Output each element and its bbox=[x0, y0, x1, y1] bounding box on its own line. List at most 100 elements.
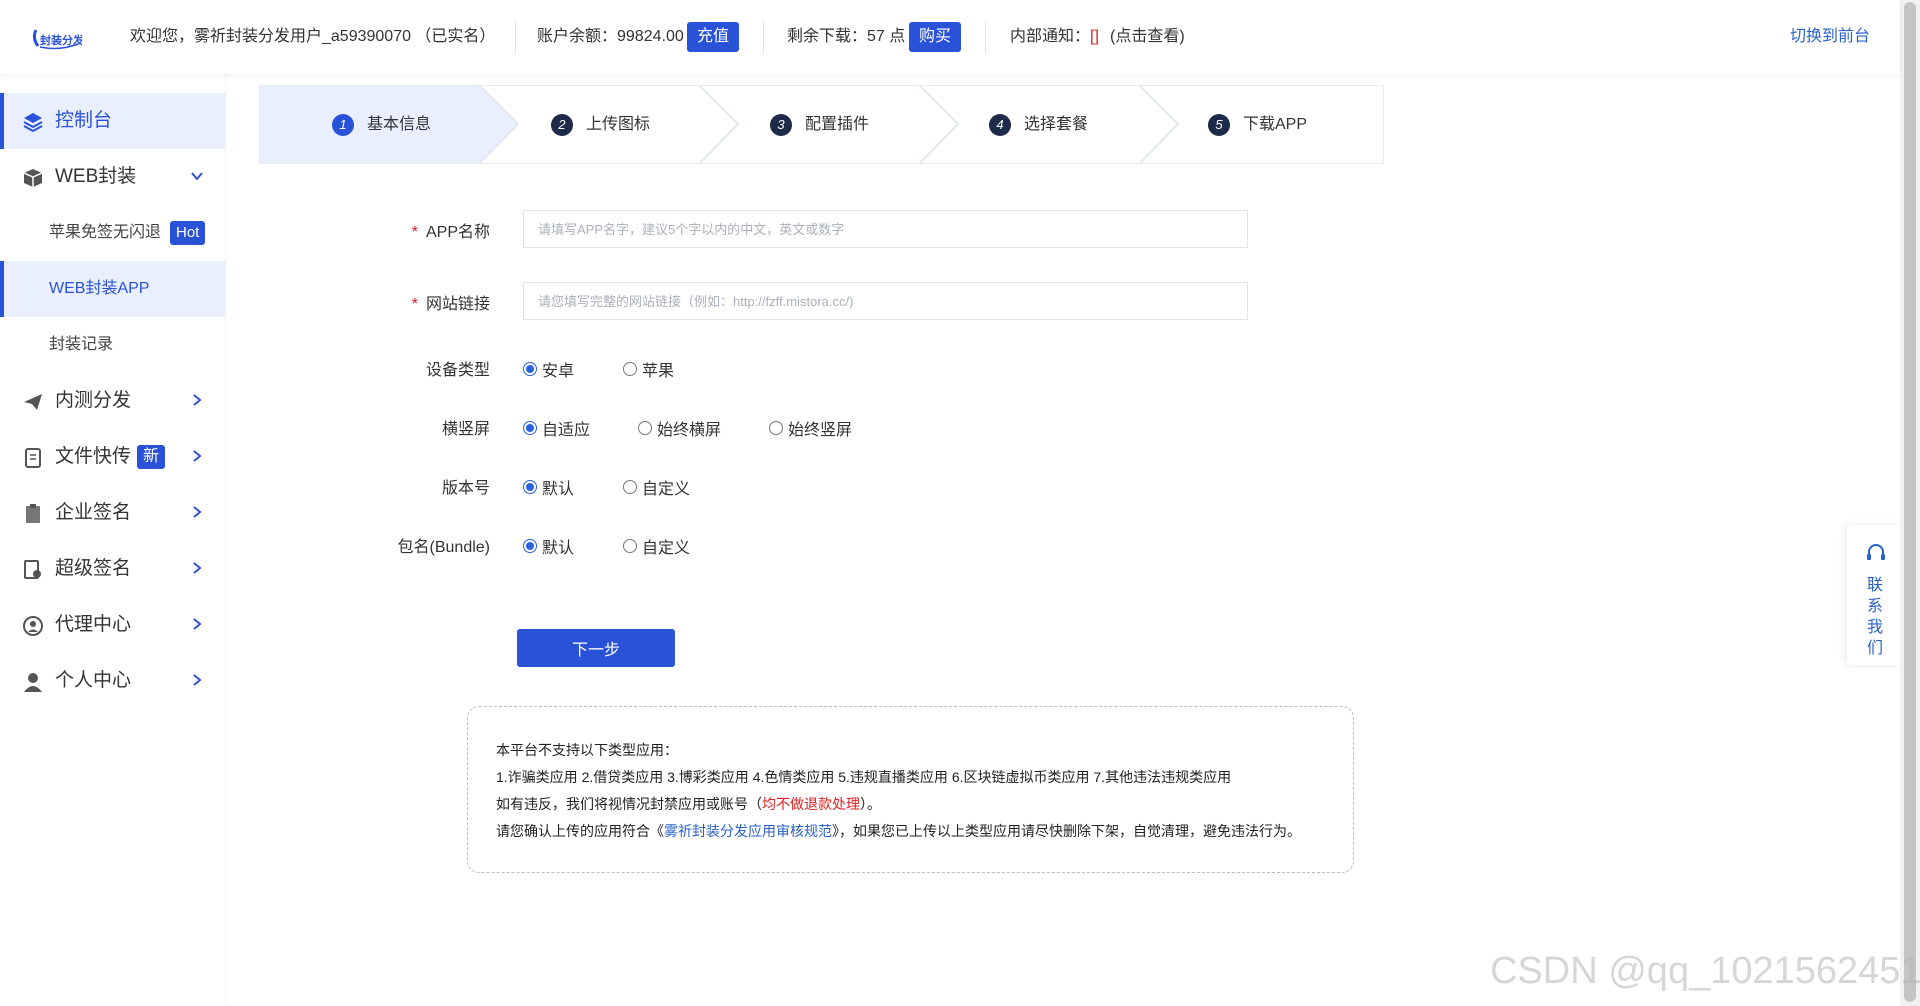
device-ios-radio[interactable]: 苹果 bbox=[623, 357, 674, 381]
sidebar-subitem-web-app[interactable]: WEB封装APP bbox=[0, 261, 226, 317]
sidebar-item-personal-center[interactable]: 个人中心 bbox=[0, 653, 226, 709]
contact-us-widget[interactable]: 联系我们 bbox=[1847, 525, 1903, 665]
notice-line: 本平台不支持以下类型应用： bbox=[496, 742, 678, 758]
device-type-label: 设备类型 bbox=[425, 362, 490, 379]
step-label: 上传图标 bbox=[586, 116, 651, 133]
sidebar-item-file-transfer[interactable]: 文件快传 新 bbox=[0, 429, 226, 485]
chevron-down-icon bbox=[191, 172, 203, 181]
paper-plane-icon bbox=[24, 394, 42, 410]
radio-circle bbox=[638, 421, 652, 435]
step-number: 3 bbox=[770, 114, 792, 136]
sidebar-item-label: 文件快传 bbox=[55, 446, 132, 467]
chevron-right-icon bbox=[193, 562, 202, 574]
notice-label: 内部通知：[] bbox=[1010, 28, 1099, 45]
headset-icon bbox=[1867, 544, 1885, 560]
layers-icon bbox=[23, 113, 43, 133]
sidebar-item-enterprise-sign[interactable]: 企业签名 bbox=[0, 485, 226, 541]
radio-circle bbox=[769, 421, 783, 435]
sidebar-item-super-sign[interactable]: 超级签名 bbox=[0, 541, 226, 597]
hot-badge: Hot bbox=[170, 221, 206, 245]
version-label: 版本号 bbox=[441, 480, 490, 497]
notice-line: 请您确认上传的应用符合《雾祈封装分发应用审核规范》，如果您已上传以上类型应用请尽… bbox=[496, 823, 1301, 839]
recharge-button[interactable]: 充值 bbox=[687, 22, 740, 52]
top-header: 封装分发 欢迎您，雾祈封装分发用户_a59390070 （已实名） 账户余额：9… bbox=[0, 0, 1900, 74]
sidebar: 控制台 WEB封装 苹果免签无闪退 Hot WEB封装APP 封装记录 内测分发… bbox=[0, 74, 226, 1006]
site-url-label: * 网站链接 bbox=[411, 296, 490, 313]
box-icon bbox=[23, 169, 43, 187]
agent-icon bbox=[23, 616, 43, 636]
balance-text: 账户余额：99824.00 bbox=[537, 28, 684, 45]
version-default-radio[interactable]: 默认 bbox=[523, 475, 574, 499]
orientation-auto-radio[interactable]: 自适应 bbox=[523, 416, 590, 440]
sidebar-subitem-label: WEB封装APP bbox=[49, 280, 150, 297]
notice-line: 如有违反，我们将视情况封禁应用或账号（均不做退款处理）。 bbox=[496, 796, 881, 812]
step-number: 1 bbox=[332, 114, 354, 136]
radio-circle bbox=[623, 362, 637, 376]
welcome-text: 欢迎您，雾祈封装分发用户_a59390070 （已实名） bbox=[130, 28, 496, 45]
radio-circle bbox=[523, 480, 537, 494]
step-label: 选择套餐 bbox=[1024, 116, 1089, 133]
bundle-label: 包名(Bundle) bbox=[397, 539, 490, 556]
radio-circle bbox=[523, 539, 537, 553]
radio-circle bbox=[623, 480, 637, 494]
sidebar-subitem-label: 苹果免签无闪退 bbox=[49, 224, 162, 241]
site-url-input[interactable] bbox=[523, 282, 1248, 320]
divider bbox=[515, 20, 516, 54]
next-step-button[interactable]: 下一步 bbox=[517, 629, 675, 667]
policy-notice: 本平台不支持以下类型应用： 1.诈骗类应用 2.借贷类应用 3.博彩类应用 4.… bbox=[467, 706, 1354, 873]
divider bbox=[985, 20, 986, 54]
step-number: 2 bbox=[551, 114, 573, 136]
certificate-icon bbox=[24, 560, 41, 579]
step-label: 基本信息 bbox=[367, 116, 432, 133]
sidebar-subitem-label: 封装记录 bbox=[49, 336, 114, 353]
sidebar-item-label: 超级签名 bbox=[55, 558, 132, 579]
app-name-input[interactable] bbox=[523, 210, 1248, 248]
no-refund-text: 均不做退款处理 bbox=[762, 796, 860, 812]
step-number: 4 bbox=[989, 114, 1011, 136]
sidebar-item-agent-center[interactable]: 代理中心 bbox=[0, 597, 226, 653]
contact-us-label: 联系我们 bbox=[1866, 577, 1883, 657]
orientation-portrait-radio[interactable]: 始终竖屏 bbox=[769, 416, 852, 440]
sidebar-subitem-records[interactable]: 封装记录 bbox=[0, 317, 226, 373]
switch-frontend-link[interactable]: 切换到前台 bbox=[1790, 0, 1870, 74]
file-icon bbox=[25, 448, 41, 468]
sidebar-item-beta-distribution[interactable]: 内测分发 bbox=[0, 373, 226, 429]
sidebar-item-web-wrap[interactable]: WEB封装 bbox=[0, 149, 226, 205]
chevron-right-icon bbox=[193, 618, 202, 630]
step-number: 5 bbox=[1208, 114, 1230, 136]
chevron-right-icon bbox=[193, 674, 202, 686]
logo-icon: 封装分发 bbox=[32, 29, 82, 50]
chevron-right-icon bbox=[193, 450, 202, 462]
sidebar-subitem-apple-sign[interactable]: 苹果免签无闪退 Hot bbox=[0, 205, 226, 261]
sidebar-item-label: WEB封装 bbox=[55, 166, 137, 187]
step-progress: 1 基本信息 2 上传图标 3 配置插件 4 选择套餐 5 下载APP bbox=[259, 85, 1384, 164]
chevron-right-icon bbox=[193, 394, 202, 406]
sidebar-item-console[interactable]: 控制台 bbox=[0, 93, 226, 149]
downloads-text: 剩余下载：57 点 bbox=[787, 28, 906, 45]
scrollbar[interactable] bbox=[1900, 0, 1920, 1006]
watermark: CSDN @qq_1021562451 bbox=[1490, 950, 1920, 992]
bundle-default-radio[interactable]: 默认 bbox=[523, 534, 574, 558]
review-rules-link[interactable]: 雾祈封装分发应用审核规范 bbox=[664, 823, 832, 839]
sidebar-item-label: 个人中心 bbox=[55, 670, 132, 691]
divider bbox=[763, 20, 764, 54]
sidebar-item-label: 内测分发 bbox=[55, 390, 132, 411]
step-label: 配置插件 bbox=[805, 116, 870, 133]
user-icon bbox=[24, 673, 42, 692]
notice-link[interactable]: (点击查看) bbox=[1110, 0, 1185, 74]
chevron-right-icon bbox=[193, 506, 202, 518]
buy-button[interactable]: 购买 bbox=[909, 22, 962, 52]
bundle-custom-radio[interactable]: 自定义 bbox=[623, 534, 690, 558]
notice-line: 1.诈骗类应用 2.借贷类应用 3.博彩类应用 4.色情类应用 5.违规直播类应… bbox=[496, 769, 1232, 785]
clipboard-icon bbox=[26, 504, 40, 523]
sidebar-item-label: 控制台 bbox=[55, 110, 113, 131]
radio-circle bbox=[523, 421, 537, 435]
sidebar-item-label: 代理中心 bbox=[55, 614, 132, 635]
scrollbar-thumb[interactable] bbox=[1904, 2, 1916, 1002]
device-android-radio[interactable]: 安卓 bbox=[523, 357, 574, 381]
version-custom-radio[interactable]: 自定义 bbox=[623, 475, 690, 499]
step-download-app[interactable]: 5 下载APP bbox=[1140, 86, 1383, 163]
app-name-label: * APP名称 bbox=[411, 224, 490, 241]
orientation-landscape-radio[interactable]: 始终横屏 bbox=[638, 416, 721, 440]
step-label: 下载APP bbox=[1243, 116, 1308, 133]
